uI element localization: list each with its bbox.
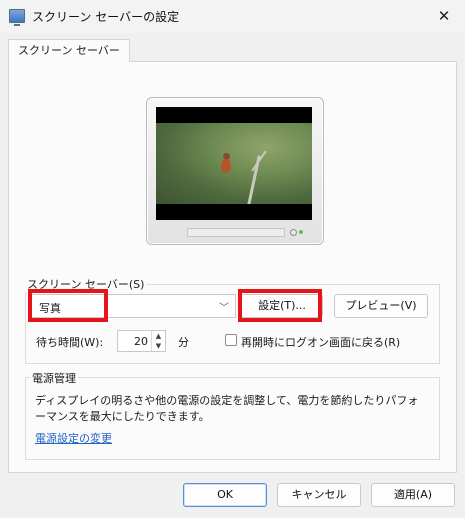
settings-button[interactable]: 設定(T)... <box>241 294 323 318</box>
power-settings-link[interactable]: 電源設定の変更 <box>35 430 112 446</box>
power-button-icon <box>290 229 297 236</box>
monitor-icon <box>9 9 25 26</box>
cancel-button[interactable]: キャンセル <box>277 483 361 507</box>
screensaver-select[interactable]: 写真 ﹀ <box>30 294 236 318</box>
power-led-icon <box>299 230 303 234</box>
wait-label: 待ち時間(W): <box>36 336 104 349</box>
wait-value: 20 <box>134 335 148 348</box>
screensaver-selected-value: 写真 <box>39 302 61 315</box>
resume-logon-checkbox[interactable] <box>225 334 237 346</box>
preview-screen <box>156 107 312 220</box>
resume-logon-label: 再開時にログオン画面に戻る(R) <box>241 336 401 349</box>
monitor-stand <box>187 228 285 237</box>
screensaver-group-label: スクリーン セーバー(S) <box>25 276 147 292</box>
apply-button[interactable]: 適用(A) <box>371 483 455 507</box>
chevron-down-icon: ﹀ <box>219 303 229 314</box>
window-title: スクリーン セーバーの設定 <box>32 10 180 24</box>
preview-photo <box>156 123 312 204</box>
power-group-label: 電源管理 <box>30 370 78 386</box>
ok-button[interactable]: OK <box>183 483 267 507</box>
title-bar: スクリーン セーバーの設定 ✕ <box>0 0 465 33</box>
stepper-down-icon[interactable]: ▼ <box>153 341 164 351</box>
preview-button[interactable]: プレビュー(V) <box>334 294 428 318</box>
power-description-line1: ディスプレイの明るさや他の電源の設定を調整して、電力を節約したりパフォ <box>35 394 419 407</box>
stepper-buttons: ▲ ▼ <box>151 331 165 351</box>
monitor-preview <box>146 97 324 245</box>
wait-unit: 分 <box>178 336 189 349</box>
tab-screensaver[interactable]: スクリーン セーバー <box>8 39 130 62</box>
stepper-up-icon[interactable]: ▲ <box>153 331 164 341</box>
bird <box>221 159 231 173</box>
power-description-line2: ーマンスを最大にしたりできます。 <box>35 410 210 423</box>
branch-twig <box>251 150 267 172</box>
close-icon[interactable]: ✕ <box>433 5 455 27</box>
wait-stepper[interactable]: 20 ▲ ▼ <box>117 330 166 352</box>
